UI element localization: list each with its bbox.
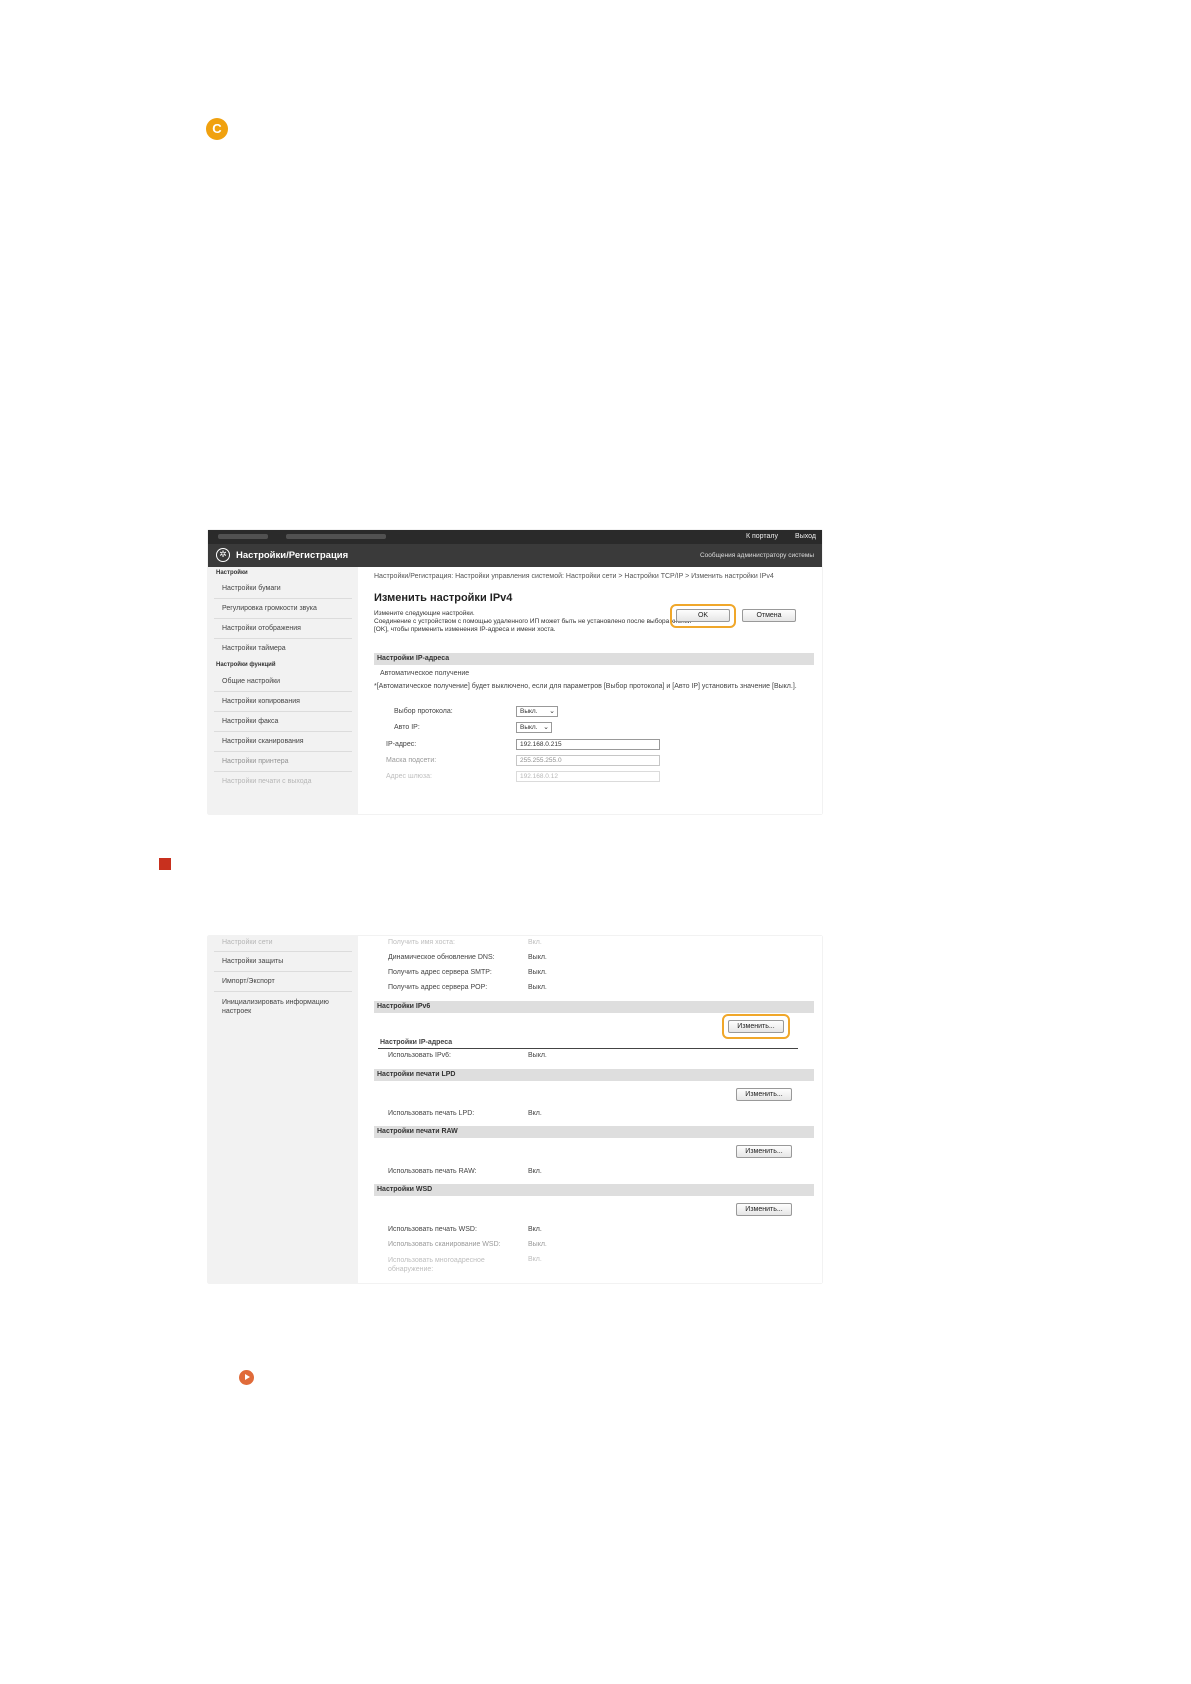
sidebar-item-initialize[interactable]: Инициализировать информацию настроек xyxy=(222,998,352,1016)
ip-address-input[interactable]: 192.168.0.215 xyxy=(516,739,660,750)
sidebar-item-printer[interactable]: Настройки принтера xyxy=(222,758,289,765)
lpd-section-header: Настройки печати LPD xyxy=(374,1069,814,1081)
portal-link[interactable]: К порталу xyxy=(746,533,778,540)
wsd-section-header: Настройки WSD xyxy=(374,1184,814,1196)
row-value: Выкл. xyxy=(528,954,547,961)
wsd-row-label: Использовать многоадресное обнаружение: xyxy=(388,1257,485,1273)
cancel-button[interactable]: Отмена xyxy=(742,609,796,622)
row-value: Вкл. xyxy=(528,939,542,946)
protocol-select[interactable]: Выкл. ⌄ xyxy=(516,706,558,717)
sidebar-item-volume[interactable]: Регулировка громкости звука xyxy=(222,605,317,612)
wsd-row-value: Вкл. xyxy=(528,1256,542,1263)
raw-use-value: Вкл. xyxy=(528,1168,542,1175)
sidebar-item-scan[interactable]: Настройки сканирования xyxy=(222,738,304,745)
settings-gear-icon: ✲ xyxy=(216,548,230,562)
protocol-label: Выбор протокола: xyxy=(394,708,453,715)
link-arrow-icon[interactable] xyxy=(239,1370,254,1385)
sidebar-item-network[interactable]: Настройки сети xyxy=(222,939,273,946)
sidebar-item-print-output[interactable]: Настройки печати с выхода xyxy=(222,778,312,785)
row-value: Выкл. xyxy=(528,969,547,976)
ip-section-header: Настройки IP-адреса xyxy=(374,653,814,665)
sidebar-item-fax[interactable]: Настройки факса xyxy=(222,718,278,725)
wsd-row-label: Использовать печать WSD: xyxy=(388,1226,477,1233)
ipv6-ip-subsection: Настройки IP-адреса xyxy=(380,1039,453,1046)
row-value: Выкл. xyxy=(528,984,547,991)
ipv6-section-header: Настройки IPv6 xyxy=(374,1001,814,1013)
sidebar-item-paper[interactable]: Настройки бумаги xyxy=(222,585,281,592)
blurred-device-name xyxy=(218,534,268,539)
lpd-use-value: Вкл. xyxy=(528,1110,542,1117)
subnet-mask-input[interactable]: 255.255.255.0 xyxy=(516,755,660,766)
step-c-marker: C xyxy=(206,118,228,140)
main-content: Настройки/Регистрация: Настройки управле… xyxy=(374,567,819,814)
raw-use-label: Использовать печать RAW: xyxy=(388,1168,477,1175)
gateway-input[interactable]: 192.168.0.12 xyxy=(516,771,660,782)
sidebar: Настройки сети Настройки защиты Импорт/Э… xyxy=(208,936,358,1283)
main-content: Получить имя хоста: Вкл. Динамическое об… xyxy=(374,936,819,1283)
raw-section-header: Настройки печати RAW xyxy=(374,1126,814,1138)
screenshot-ipv4-settings: К порталу Выход ✲ Настройки/Регистрация … xyxy=(208,530,822,814)
gateway-label: Адрес шлюза: xyxy=(386,773,432,780)
app-header: ✲ Настройки/Регистрация Сообщения админи… xyxy=(208,544,822,567)
sidebar-category-functions: Настройки функций xyxy=(216,662,276,668)
sidebar-item-import-export[interactable]: Импорт/Экспорт xyxy=(222,978,275,985)
sidebar-category-settings: Настройки xyxy=(216,570,248,576)
sidebar-item-common[interactable]: Общие настройки xyxy=(222,678,280,685)
page-description: Измените следующие настройки. Соединение… xyxy=(374,610,691,633)
highlight-ring xyxy=(670,604,736,628)
row-label: Динамическое обновление DNS: xyxy=(388,954,495,961)
breadcrumb: Настройки/Регистрация: Настройки управле… xyxy=(374,573,774,580)
auto-acquire-label: Автоматическое получение xyxy=(380,670,470,677)
admin-message-link[interactable]: Сообщения администратору системы xyxy=(700,552,814,559)
sidebar: Настройки Настройки бумаги Регулировка г… xyxy=(208,567,358,814)
blurred-user-info xyxy=(286,534,386,539)
sidebar-item-timer[interactable]: Настройки таймера xyxy=(222,645,286,652)
chevron-down-icon: ⌄ xyxy=(549,708,555,715)
autoip-label: Авто IP: xyxy=(394,724,420,731)
autoip-select[interactable]: Выкл. ⌄ xyxy=(516,722,552,733)
lpd-edit-button[interactable]: Изменить... xyxy=(736,1088,792,1101)
sidebar-item-display[interactable]: Настройки отображения xyxy=(222,625,301,632)
screenshot-network-settings: Настройки сети Настройки защиты Импорт/Э… xyxy=(208,936,822,1283)
lpd-use-label: Использовать печать LPD: xyxy=(388,1110,475,1117)
ipv6-use-value: Выкл. xyxy=(528,1052,547,1059)
row-label: Получить адрес сервера POP: xyxy=(388,984,488,991)
row-label: Получить адрес сервера SMTP: xyxy=(388,969,492,976)
chevron-down-icon: ⌄ xyxy=(543,724,549,731)
row-label: Получить имя хоста: xyxy=(388,939,455,946)
app-title: Настройки/Регистрация xyxy=(236,550,349,561)
wsd-row-value: Вкл. xyxy=(528,1226,542,1233)
sidebar-item-security[interactable]: Настройки защиты xyxy=(222,958,283,965)
logout-link[interactable]: Выход xyxy=(795,533,816,540)
ip-address-label: IP-адрес: xyxy=(386,741,417,748)
subnet-mask-label: Маска подсети: xyxy=(386,757,437,764)
auto-acquire-note: *[Автоматическое получение] будет выключ… xyxy=(374,683,797,690)
divider xyxy=(378,1048,798,1049)
highlight-ring xyxy=(722,1014,790,1039)
wsd-edit-button[interactable]: Изменить... xyxy=(736,1203,792,1216)
raw-edit-button[interactable]: Изменить... xyxy=(736,1145,792,1158)
wsd-row-label: Использовать сканирование WSD: xyxy=(388,1241,501,1248)
ipv6-use-label: Использовать IPv6: xyxy=(388,1052,451,1059)
top-bar: К порталу Выход xyxy=(208,530,822,544)
wsd-row-value: Выкл. xyxy=(528,1241,547,1248)
page-title: Изменить настройки IPv4 xyxy=(374,592,513,604)
sidebar-item-copy[interactable]: Настройки копирования xyxy=(222,698,300,705)
section-bullet-icon xyxy=(159,858,171,870)
